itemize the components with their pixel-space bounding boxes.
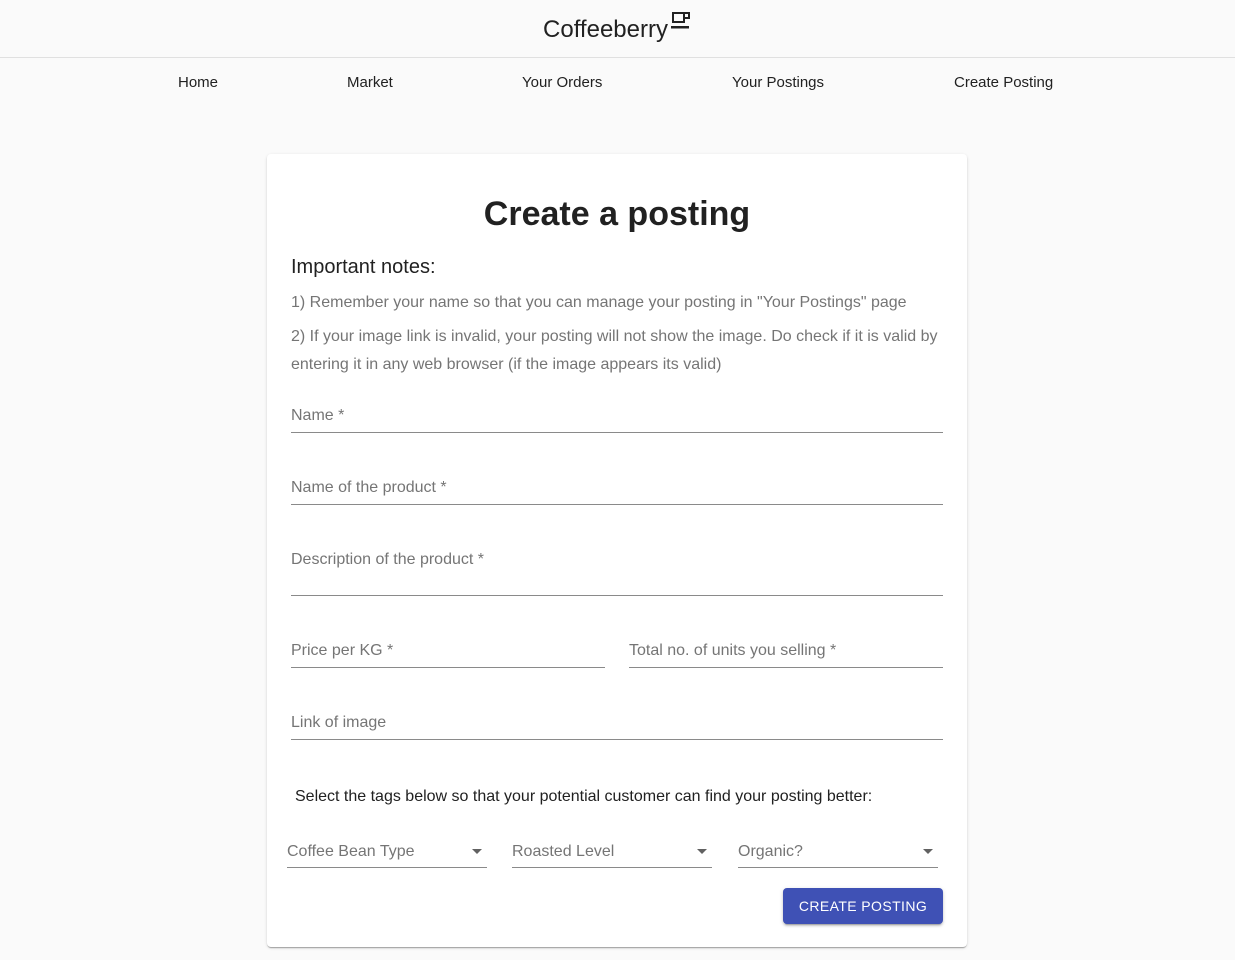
note-2: 2) If your image link is invalid, your p… <box>291 328 938 373</box>
organic-select[interactable]: Organic? <box>738 834 938 868</box>
coffee-bean-type-label: Coffee Bean Type <box>287 843 415 860</box>
nav-market[interactable]: Market <box>347 74 393 92</box>
name-field-label: Name * <box>291 407 345 424</box>
image-link-field[interactable]: Link of image <box>291 702 943 740</box>
arrow-drop-down-icon <box>472 849 482 854</box>
product-name-field-label: Name of the product * <box>291 479 447 496</box>
app-header: Coffeeberry <box>0 0 1235 58</box>
price-field[interactable]: Price per KG * <box>291 630 605 668</box>
nav-home[interactable]: Home <box>178 74 218 92</box>
roasted-level-select[interactable]: Roasted Level <box>512 834 712 868</box>
units-field-label: Total no. of units you selling * <box>629 642 837 659</box>
description-field[interactable]: Description of the product * <box>291 539 943 596</box>
units-field[interactable]: Total no. of units you selling * <box>629 630 943 668</box>
coffee-cup-icon <box>670 12 690 29</box>
price-field-label: Price per KG * <box>291 642 394 659</box>
nav-your-orders[interactable]: Your Orders <box>522 74 602 92</box>
description-field-label: Description of the product * <box>291 551 484 568</box>
nav-create-posting[interactable]: Create Posting <box>954 74 1053 92</box>
note-1: 1) Remember your name so that you can ma… <box>291 294 907 311</box>
page-title: Create a posting <box>483 195 751 233</box>
organic-label: Organic? <box>738 843 803 860</box>
create-posting-button[interactable]: Create Posting <box>783 888 943 924</box>
notes-heading: Important notes: <box>291 256 436 278</box>
brand-title[interactable]: Coffeeberry <box>0 11 1235 45</box>
product-name-field[interactable]: Name of the product * <box>291 467 943 505</box>
tags-instruction: Select the tags below so that your poten… <box>295 788 873 805</box>
arrow-drop-down-icon <box>923 849 933 854</box>
name-field[interactable]: Name * <box>291 395 943 433</box>
create-posting-card: Create a posting Important notes: 1) Rem… <box>267 154 967 947</box>
brand-name: Coffeeberry <box>543 16 668 43</box>
nav-your-postings[interactable]: Your Postings <box>732 74 824 92</box>
coffee-bean-type-select[interactable]: Coffee Bean Type <box>287 834 487 868</box>
image-link-field-label: Link of image <box>291 714 387 731</box>
arrow-drop-down-icon <box>697 849 707 854</box>
roasted-level-label: Roasted Level <box>512 843 615 860</box>
